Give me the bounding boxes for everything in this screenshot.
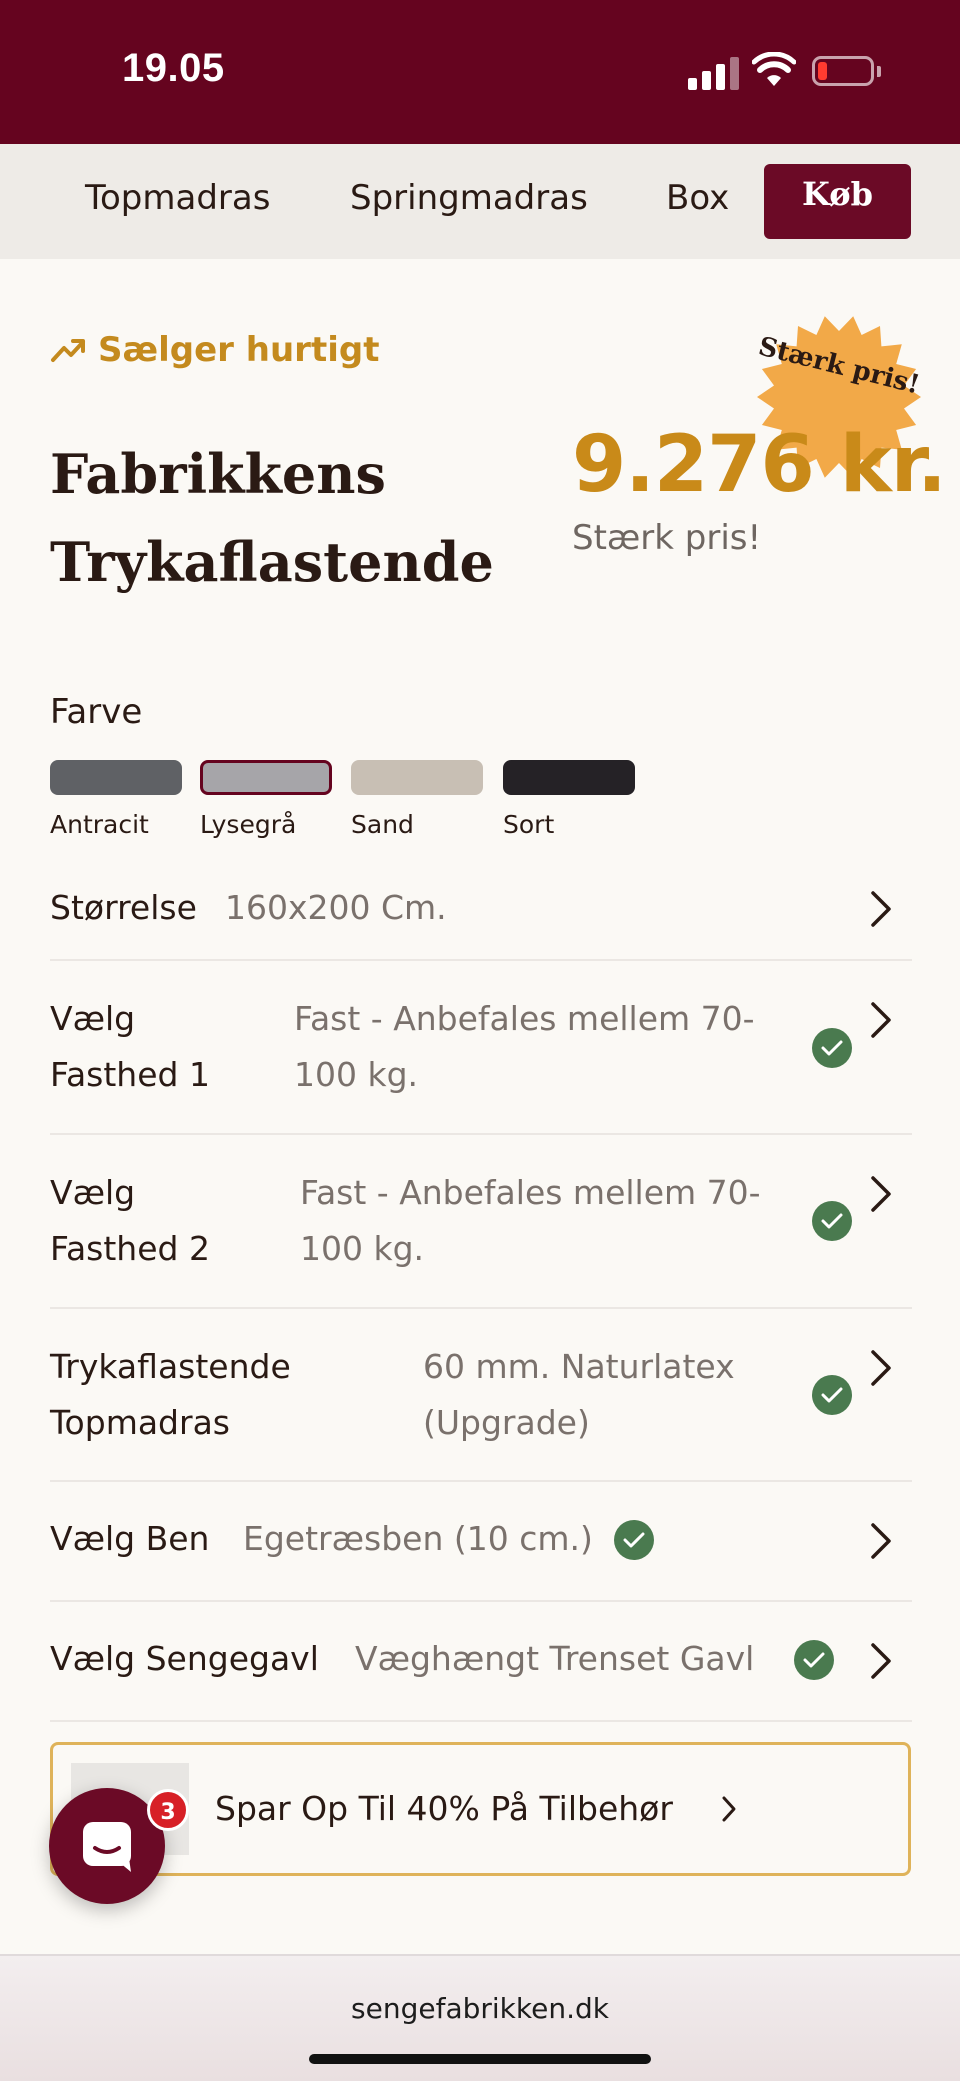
option-row-firmness-1[interactable]: Vælg Fasthed 1 Fast - Anbefales mellem 7… <box>50 961 912 1135</box>
chevron-right-icon <box>871 1523 891 1559</box>
option-value: Fast - Anbefales mellem 70- 100 kg. <box>300 1173 761 1268</box>
check-icon <box>812 1201 852 1241</box>
swatch-sort[interactable] <box>503 760 635 795</box>
swatch-sand[interactable] <box>351 760 483 795</box>
browser-bottom-bar: sengefabrikken.dk <box>0 1954 960 2081</box>
status-bar: 19.05 <box>0 0 960 144</box>
color-label: Farve <box>50 692 143 732</box>
option-row-headboard[interactable]: Vælg Sengegavl Væghængt Trenset Gavl <box>50 1602 912 1722</box>
buy-button[interactable]: Køb <box>764 164 911 239</box>
chat-icon <box>83 1822 131 1872</box>
price-note: Stærk pris! <box>572 518 762 558</box>
swatch-label: Antracit <box>50 810 149 839</box>
option-key: Vælg Sengegavl <box>50 1639 319 1678</box>
chevron-right-icon <box>871 1350 891 1386</box>
swatch-label: Sort <box>503 810 555 839</box>
battery-icon <box>812 56 874 86</box>
trend-label: Sælger hurtigt <box>50 330 379 370</box>
status-time: 19.05 <box>122 46 225 90</box>
check-icon <box>812 1028 852 1068</box>
product-title: Fabrikkens Trykaflastende <box>50 442 494 594</box>
home-indicator <box>309 2054 651 2064</box>
option-row-topper[interactable]: Trykaflastende Topmadras 60 mm. Naturlat… <box>50 1309 912 1482</box>
option-key: Vælg Fasthed 2 <box>50 1173 210 1268</box>
nav-item-topmadras[interactable]: Topmadras <box>85 178 270 218</box>
option-key: Vælg Fasthed 1 <box>50 999 210 1094</box>
option-key: Trykaflastende Topmadras <box>50 1347 291 1442</box>
nav-item-springmadras[interactable]: Springmadras <box>350 178 588 218</box>
check-icon <box>614 1520 654 1560</box>
option-row-size[interactable]: Størrelse 160x200 Cm. <box>50 862 912 961</box>
option-value: 60 mm. Naturlatex (Upgrade) <box>423 1347 735 1442</box>
option-value: Væghængt Trenset Gavl <box>355 1639 755 1678</box>
nav-item-box[interactable]: Box <box>666 178 729 218</box>
chevron-right-icon <box>871 1002 891 1038</box>
swatch-label: Sand <box>351 810 414 839</box>
promo-text: Spar Op Til 40% På Tilbehør <box>215 1789 673 1828</box>
option-row-legs[interactable]: Vælg Ben Egetræsben (10 cm.) <box>50 1482 912 1602</box>
chevron-right-icon <box>871 1176 891 1212</box>
chevron-right-icon <box>871 1643 891 1679</box>
chevron-right-icon <box>722 1796 736 1822</box>
check-icon <box>812 1375 852 1415</box>
wifi-icon <box>752 52 796 86</box>
option-key: Størrelse <box>50 888 197 927</box>
option-value: 160x200 Cm. <box>225 888 447 927</box>
check-icon <box>794 1640 834 1680</box>
swatch-label: Lysegrå <box>200 810 297 839</box>
trend-text: Sælger hurtigt <box>98 330 380 370</box>
option-value: Fast - Anbefales mellem 70- 100 kg. <box>294 999 755 1094</box>
chat-notification-badge: 3 <box>147 1789 189 1831</box>
option-row-firmness-2[interactable]: Vælg Fasthed 2 Fast - Anbefales mellem 7… <box>50 1135 912 1309</box>
chevron-right-icon <box>871 891 891 927</box>
product-price: 9.276 kr. <box>572 420 947 510</box>
url-label[interactable]: sengefabrikken.dk <box>0 1992 960 2025</box>
option-value: Egetræsben (10 cm.) <box>243 1519 593 1558</box>
swatch-lysegraa[interactable] <box>200 760 332 795</box>
trending-up-icon <box>51 339 85 362</box>
swatch-antracit[interactable] <box>50 760 182 795</box>
option-key: Vælg Ben <box>50 1519 210 1558</box>
signal-icon <box>688 56 740 90</box>
